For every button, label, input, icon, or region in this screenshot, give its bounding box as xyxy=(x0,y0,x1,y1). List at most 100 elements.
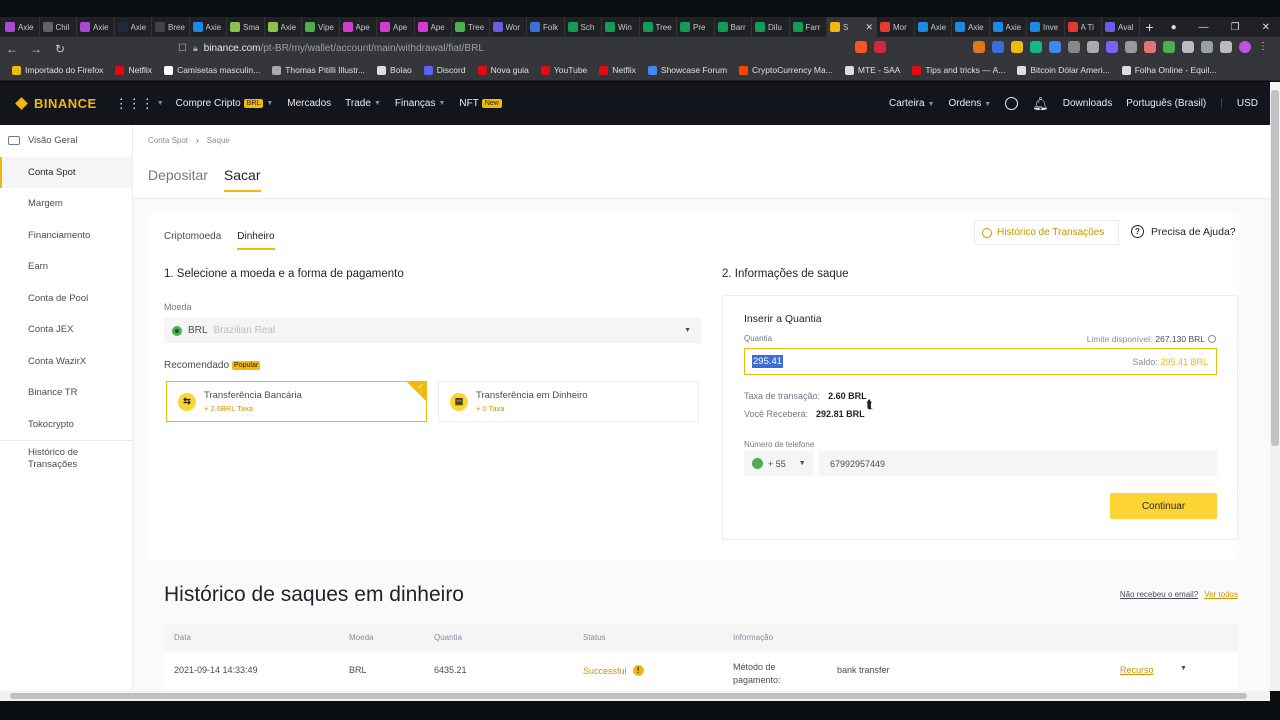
tab-cash[interactable]: Dinheiro xyxy=(237,231,275,250)
payment-method-cash-transfer[interactable]: ▤ Transferência em Dinheiro + 0 Taxa xyxy=(438,381,699,422)
breadcrumb-parent[interactable]: Conta Spot xyxy=(148,136,188,145)
transaction-history-button[interactable]: Histórico de Transações xyxy=(974,220,1119,245)
address-bar[interactable]: ☐ 🔒︎ binance.com/pt-BR/my/wallet/account… xyxy=(178,39,858,58)
forward-icon[interactable]: → xyxy=(24,42,48,56)
balance-value[interactable]: 295.41 BRL xyxy=(1160,357,1208,367)
browser-tab[interactable]: Vipe xyxy=(302,17,340,37)
expand-chevron-icon[interactable]: ▼ xyxy=(1180,665,1187,672)
orders-menu[interactable]: Ordens ▼ xyxy=(949,98,992,109)
brave-shield-icon[interactable] xyxy=(855,41,867,53)
sidebar-item[interactable]: Conta WazirX xyxy=(0,346,132,378)
browser-tab[interactable]: Inve xyxy=(1027,17,1065,37)
warning-icon[interactable]: ! xyxy=(632,665,644,676)
back-icon[interactable]: ← xyxy=(0,42,24,56)
extension-icon[interactable] xyxy=(1125,41,1137,53)
info-icon[interactable] xyxy=(1208,335,1216,343)
bookmark-item[interactable]: MTE - SAA xyxy=(839,65,907,75)
extension-icon[interactable] xyxy=(1049,41,1061,53)
bookmark-item[interactable]: Thomas Pitilli Illustr... xyxy=(266,65,371,75)
bookmark-item[interactable]: Netflix xyxy=(109,65,158,75)
browser-tab[interactable]: Sma xyxy=(227,17,265,37)
tab-deposit[interactable]: Depositar xyxy=(148,167,208,192)
nav-item[interactable]: Compre Cripto BRL ▼ xyxy=(176,98,274,109)
extension-icon[interactable] xyxy=(1068,41,1080,53)
minimize-icon[interactable]: — xyxy=(1199,22,1209,33)
sidebar-item[interactable]: Margem xyxy=(0,188,132,220)
help-button[interactable]: ? Precisa de Ajuda? xyxy=(1131,225,1236,238)
bookmark-item[interactable]: Tips and tricks — A... xyxy=(906,65,1011,75)
browser-tab[interactable]: Pre xyxy=(677,17,715,37)
extension-icon[interactable] xyxy=(1144,41,1156,53)
tab-crypto[interactable]: Criptomoeda xyxy=(164,231,221,250)
browser-tab[interactable]: Tree xyxy=(640,17,677,37)
user-icon[interactable] xyxy=(1005,97,1019,110)
sidebar-item[interactable]: Financiamento xyxy=(0,220,132,252)
bookmark-item[interactable]: Nova guia xyxy=(472,65,535,75)
close-tab-icon[interactable]: ✕ xyxy=(865,22,873,33)
browser-tab[interactable]: Mor xyxy=(877,17,915,37)
bookmark-item[interactable]: YouTube xyxy=(535,65,593,75)
currency-selector[interactable]: USD xyxy=(1237,98,1258,109)
browser-tab[interactable]: Folk xyxy=(527,17,565,37)
extension-icon[interactable] xyxy=(992,41,1004,53)
browser-tab[interactable]: Axie xyxy=(990,17,1027,37)
binance-logo[interactable]: BINANCE xyxy=(15,96,97,111)
bookmark-item[interactable]: Camisetas masculin... xyxy=(158,65,266,75)
browser-tab[interactable]: Chil xyxy=(40,17,77,37)
payment-method-bank-transfer[interactable]: ⇆ Transferência Bancária + 2.6BRL Taxa ✓ xyxy=(166,381,427,422)
browser-tab[interactable]: Axie xyxy=(77,17,115,37)
country-code-select[interactable]: + 55 ▼ xyxy=(744,451,813,476)
language-selector[interactable]: Português (Brasil) xyxy=(1126,98,1206,109)
extension-icon[interactable] xyxy=(1220,41,1232,53)
metamask-icon[interactable] xyxy=(973,41,985,53)
horizontal-scroll-thumb[interactable] xyxy=(10,693,1247,699)
wallet-menu[interactable]: Carteira ▼ xyxy=(889,98,935,109)
browser-tab[interactable]: Axie xyxy=(2,17,40,37)
bookmark-item[interactable]: Bitcoin Dólar Ameri... xyxy=(1011,65,1115,75)
sidebar-item[interactable]: Binance TR xyxy=(0,377,132,409)
nav-item[interactable]: Mercados xyxy=(287,98,331,109)
sidebar-item[interactable]: Tokocrypto xyxy=(0,409,132,441)
browser-tab[interactable]: Dilu xyxy=(752,17,790,37)
browser-tab[interactable]: Axie xyxy=(115,17,152,37)
browser-tab[interactable]: Farr xyxy=(790,17,827,37)
vertical-scroll-thumb[interactable] xyxy=(1271,90,1279,446)
view-all-link[interactable]: Ver todos xyxy=(1204,590,1238,599)
sidebar-item[interactable]: Earn xyxy=(0,251,132,283)
bookmark-item[interactable]: Importado do Firefox xyxy=(6,65,109,75)
bookmark-item[interactable]: Showcase Forum xyxy=(642,65,733,75)
sidebar-item-transaction-history[interactable]: Histórico de Transações xyxy=(0,440,132,476)
extension-icon[interactable] xyxy=(1182,41,1194,53)
browser-tab[interactable]: Ape xyxy=(415,17,452,37)
sidebar-item[interactable]: Visão Geral xyxy=(0,125,132,157)
downloads-link[interactable]: Downloads xyxy=(1063,98,1112,109)
apps-grid-icon[interactable]: ⋮⋮⋮ xyxy=(115,96,154,112)
nav-item[interactable]: Finanças ▼ xyxy=(395,98,446,109)
browser-tab[interactable]: Sch xyxy=(565,17,602,37)
profile-avatar[interactable] xyxy=(1239,41,1251,53)
phone-number-input[interactable]: 67992957449 xyxy=(819,451,1217,476)
close-window-icon[interactable]: ✕ xyxy=(1262,22,1270,33)
extension-icon[interactable] xyxy=(1087,41,1099,53)
nav-item[interactable]: Trade ▼ xyxy=(345,98,381,109)
currency-select[interactable]: BRL Brazilian Real ▼ xyxy=(164,318,701,343)
bookmark-item[interactable]: Bolao xyxy=(371,65,418,75)
browser-tab[interactable]: Win xyxy=(602,17,640,37)
browser-tab[interactable]: Tree xyxy=(452,17,490,37)
browser-tab[interactable]: Axie xyxy=(190,17,227,37)
bookmark-star-icon[interactable]: ☐ xyxy=(178,43,187,54)
continue-button[interactable]: Continuar xyxy=(1110,493,1217,519)
menu-icon[interactable]: ⋮ xyxy=(1258,41,1270,53)
reload-icon[interactable]: ↻ xyxy=(48,42,72,56)
bookmark-item[interactable]: Folha Online - Equil... xyxy=(1116,65,1223,75)
extension-icon[interactable] xyxy=(1163,41,1175,53)
browser-tab[interactable]: Ape xyxy=(377,17,415,37)
puzzle-icon[interactable] xyxy=(1201,41,1213,53)
browser-tab[interactable]: Barr xyxy=(715,17,752,37)
brave-rewards-icon[interactable] xyxy=(874,41,886,53)
browser-tab-active[interactable]: S ✕ xyxy=(827,17,877,37)
no-email-link[interactable]: Não recebeu o email? xyxy=(1120,590,1198,599)
browser-tab[interactable]: Axie xyxy=(915,17,952,37)
amount-input[interactable]: 295.41 Saldo: 295.41 BRL xyxy=(744,348,1217,375)
browser-tab[interactable]: Axie xyxy=(265,17,302,37)
